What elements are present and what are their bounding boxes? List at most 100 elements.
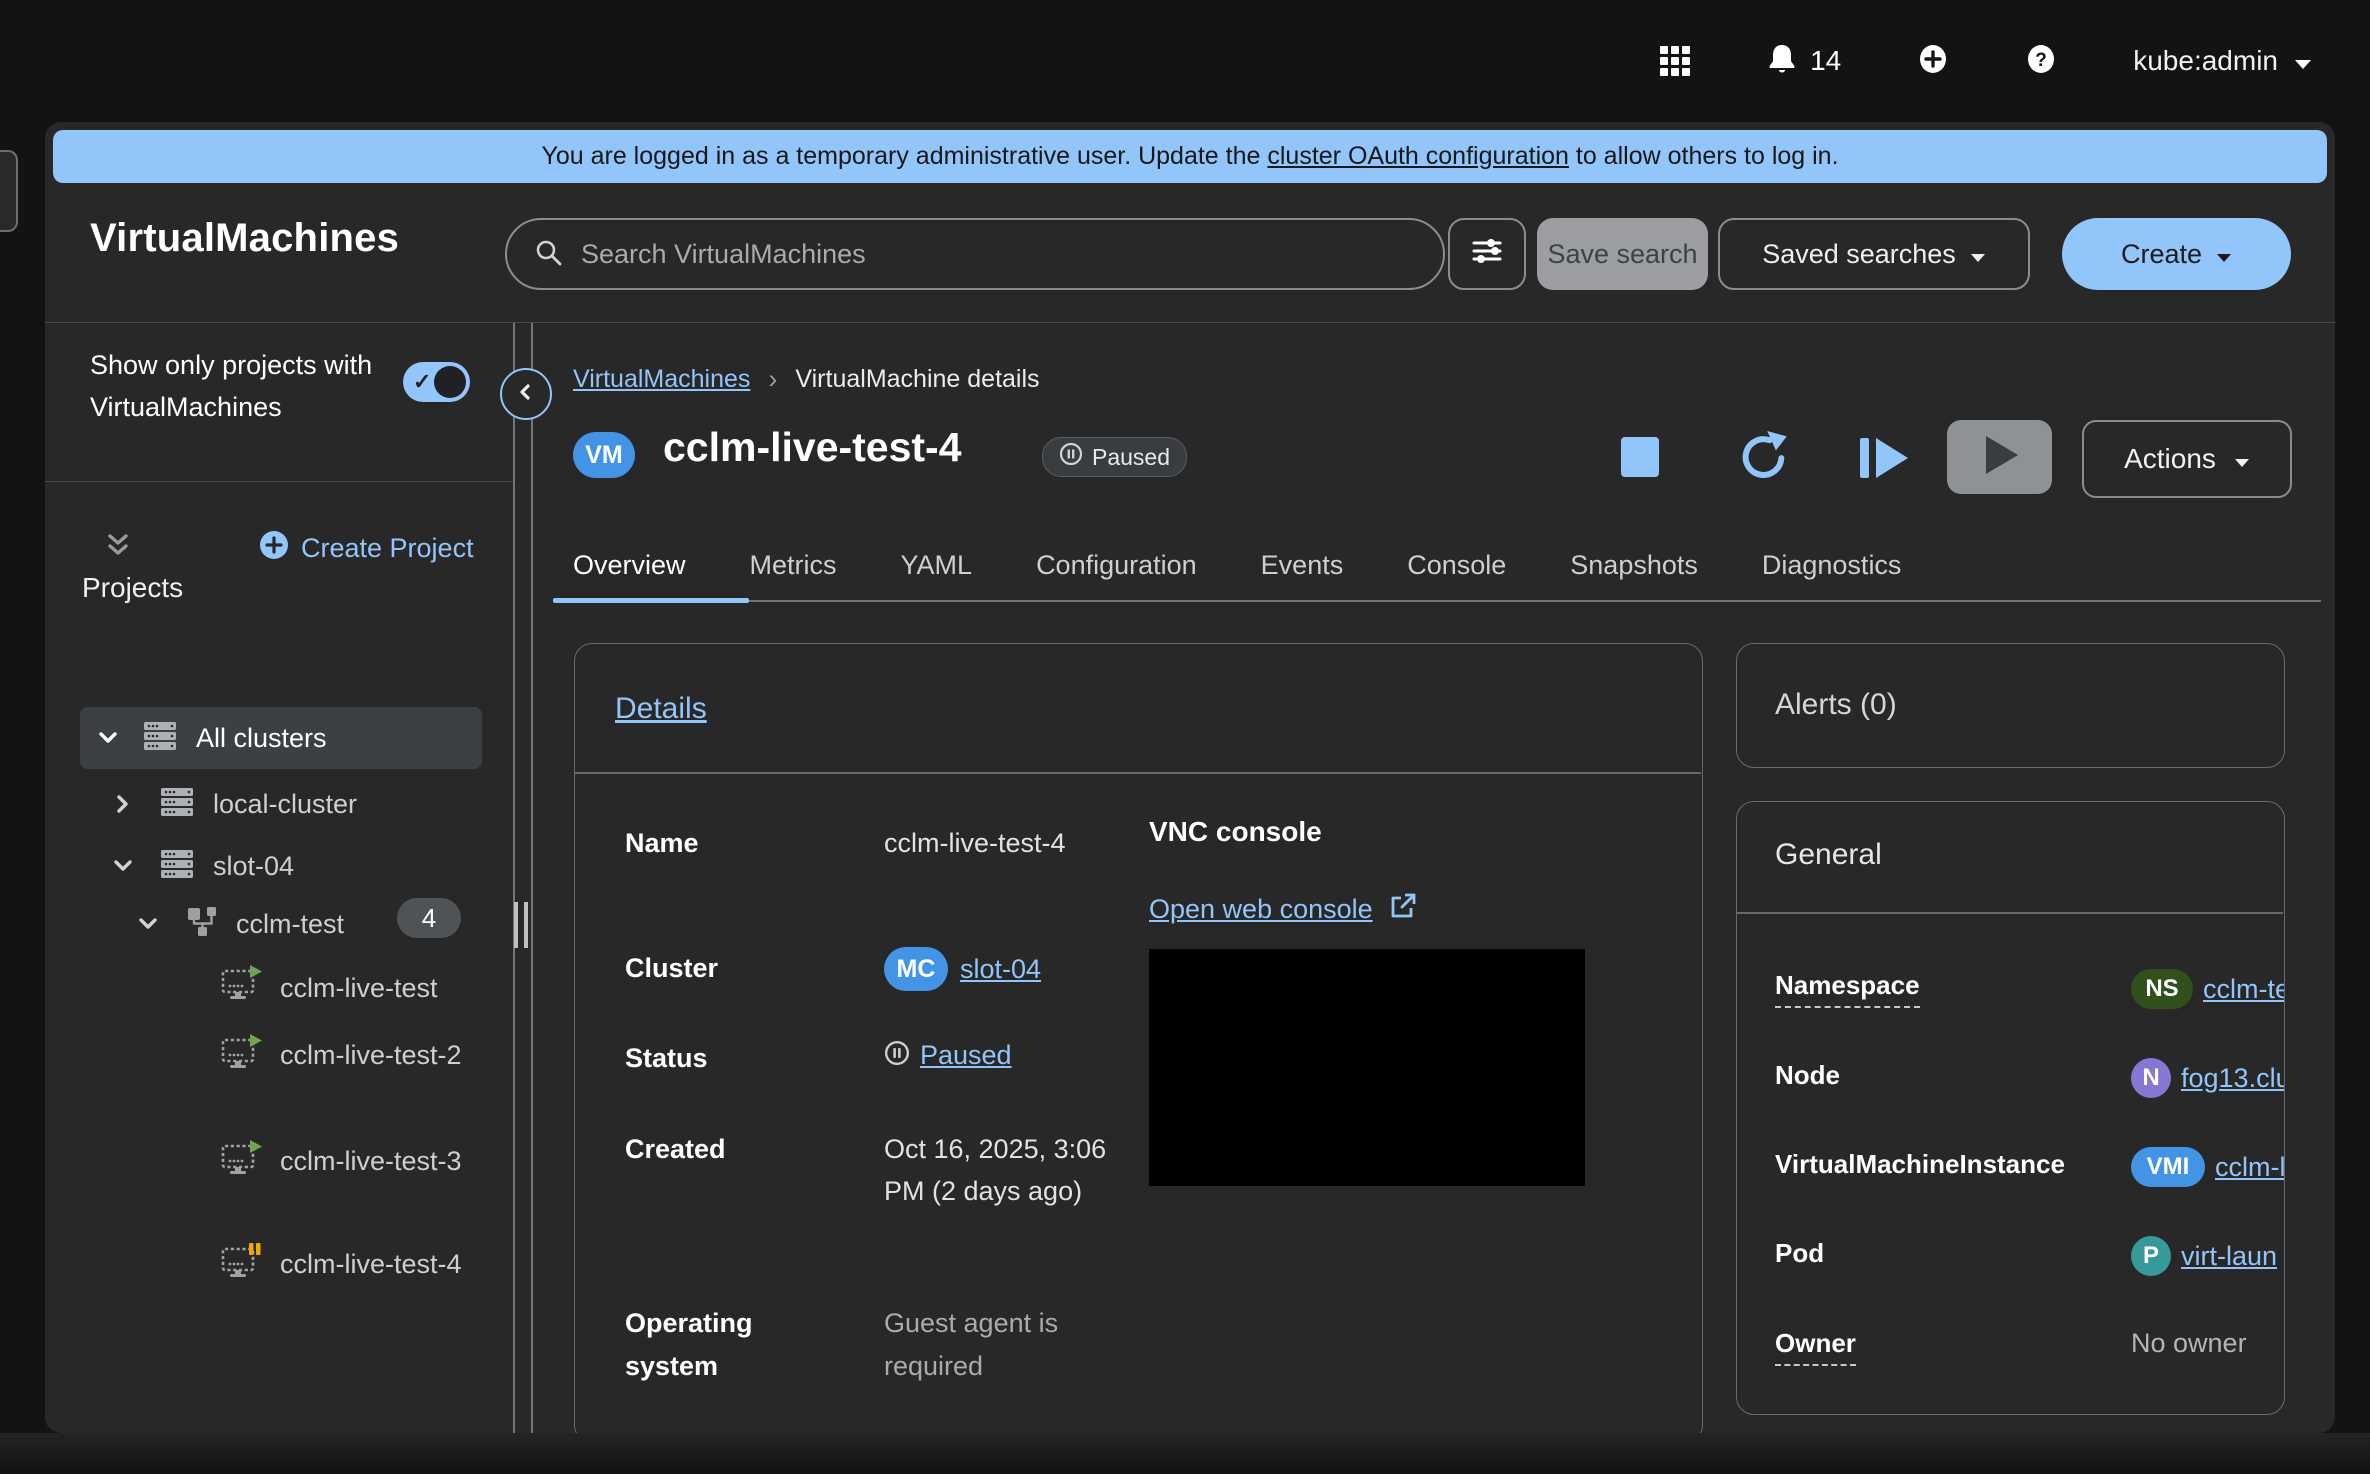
resume-button[interactable]	[1858, 435, 1912, 486]
status-link[interactable]: Paused	[920, 1040, 1012, 1071]
tab-metrics[interactable]: Metrics	[750, 550, 837, 581]
tab-bar-underline	[749, 600, 2321, 602]
vm-running-icon	[220, 1034, 264, 1079]
tree-item-local-cluster[interactable]: local-cluster	[111, 784, 357, 824]
show-only-projects-toggle[interactable]: ✓	[403, 362, 470, 402]
general-card: General Namespace NS cclm-te Node N fog1…	[1736, 801, 2285, 1415]
owner-text: No owner	[2131, 1328, 2247, 1359]
cluster-link[interactable]: slot-04	[960, 954, 1041, 985]
node-value: N fog13.clu	[2131, 1058, 2285, 1098]
tab-snapshots[interactable]: Snapshots	[1570, 550, 1698, 581]
tree-item-vm-cclm-live-test[interactable]: cclm-live-test	[220, 965, 465, 1010]
namespace-label: Namespace	[1775, 970, 1920, 1001]
actions-dropdown[interactable]: Actions	[2082, 420, 2292, 498]
stop-button[interactable]	[1621, 437, 1659, 477]
temporary-admin-banner: You are logged in as a temporary adminis…	[53, 130, 2327, 183]
notifications-button[interactable]: 14	[1766, 43, 1841, 80]
tree-item-slot-04[interactable]: slot-04	[111, 846, 294, 886]
vnc-console-heading: VNC console	[1149, 816, 1322, 848]
status-badge: Paused	[1042, 437, 1187, 477]
vm-paused-icon	[220, 1243, 264, 1288]
oauth-config-link[interactable]: cluster OAuth configuration	[1267, 142, 1569, 170]
saved-searches-dropdown[interactable]: Saved searches	[1718, 218, 2030, 290]
saved-searches-label: Saved searches	[1762, 239, 1956, 270]
vnc-console-preview	[1149, 949, 1585, 1186]
tab-yaml[interactable]: YAML	[901, 550, 973, 581]
create-project-button[interactable]: Create Project	[259, 530, 474, 567]
chevron-right-icon	[111, 792, 135, 816]
caret-down-icon	[1970, 239, 1986, 270]
card-divider	[1737, 912, 2283, 914]
search-input[interactable]	[579, 238, 1417, 271]
projects-section-label: Projects	[82, 572, 183, 604]
user-menu[interactable]: kube:admin	[2133, 45, 2312, 77]
panel-resize-grip[interactable]	[514, 902, 518, 948]
tree-item-label: slot-04	[213, 851, 294, 882]
breadcrumb-current: VirtualMachine details	[795, 365, 1039, 394]
create-label: Create	[2121, 239, 2202, 270]
panel-resize-grip[interactable]	[524, 902, 528, 948]
notification-count: 14	[1810, 45, 1841, 77]
tab-console[interactable]: Console	[1407, 550, 1506, 581]
breadcrumb-separator: ›	[768, 364, 777, 395]
advanced-search-button[interactable]	[1448, 218, 1526, 290]
page-title: VirtualMachines	[90, 216, 399, 261]
tree-item-vm-cclm-live-test-3[interactable]: cclm-live-test-3	[220, 1140, 465, 1185]
os-label: Operating system	[625, 1302, 835, 1388]
vmi-label: VirtualMachineInstance	[1775, 1149, 2065, 1180]
sidebar-collapse-button[interactable]	[500, 368, 552, 420]
vmi-link[interactable]: cclm-li	[2215, 1152, 2285, 1183]
tab-events[interactable]: Events	[1261, 550, 1344, 581]
pause-circle-icon	[1059, 442, 1083, 472]
pod-kind-badge: P	[2131, 1236, 2171, 1276]
created-value: Oct 16, 2025, 3:06 PM (2 days ago)	[884, 1128, 1119, 1212]
create-button[interactable]: Create	[2062, 218, 2291, 290]
breadcrumb: VirtualMachines › VirtualMachine details	[573, 364, 1040, 395]
created-label: Created	[625, 1128, 726, 1171]
tree-item-vm-cclm-live-test-2[interactable]: cclm-live-test-2	[220, 1034, 465, 1079]
node-link[interactable]: fog13.clu	[2181, 1063, 2285, 1094]
app-launcher-icon[interactable]	[1660, 46, 1690, 76]
namespace-value: NS cclm-te	[2131, 969, 2285, 1009]
search-icon	[533, 237, 563, 272]
status-label: Status	[625, 1037, 708, 1080]
details-heading-link[interactable]: Details	[615, 692, 707, 726]
breadcrumb-virtualmachines-link[interactable]: VirtualMachines	[573, 365, 750, 394]
left-drawer-handle[interactable]	[0, 150, 18, 232]
quick-create-button[interactable]	[1917, 43, 1949, 80]
tree-item-label: cclm-live-test-3	[280, 1140, 465, 1182]
pod-link[interactable]: virt-laun	[2181, 1241, 2277, 1272]
save-search-button[interactable]: Save search	[1537, 218, 1708, 290]
tree-item-all-clusters[interactable]: All clusters	[80, 707, 482, 769]
tree-item-vm-cclm-live-test-4[interactable]: cclm-live-test-4	[220, 1243, 465, 1288]
sidebar-divider	[45, 481, 513, 482]
collapse-all-button[interactable]	[103, 530, 133, 565]
chevron-down-icon	[136, 912, 160, 936]
restart-button[interactable]	[1738, 431, 1790, 488]
tab-diagnostics[interactable]: Diagnostics	[1762, 550, 1902, 581]
caret-down-icon	[2294, 45, 2312, 77]
general-heading: General	[1775, 838, 1882, 872]
chevron-left-icon	[514, 380, 538, 409]
details-card: Details Name cclm-live-test-4 Cluster MC…	[574, 643, 1703, 1433]
namespace-link[interactable]: cclm-te	[2203, 974, 2285, 1005]
tree-item-cclm-test[interactable]: cclm-test	[136, 904, 344, 944]
namespace-kind-badge: NS	[2131, 969, 2193, 1009]
help-button[interactable]: ?	[2025, 43, 2057, 80]
alerts-heading[interactable]: Alerts (0)	[1775, 688, 1897, 722]
cluster-stack-icon	[159, 848, 195, 885]
tree-item-label: cclm-live-test-4	[280, 1243, 465, 1285]
header-divider	[45, 322, 2335, 323]
tab-configuration[interactable]: Configuration	[1036, 550, 1197, 581]
vm-running-icon	[220, 965, 264, 1010]
open-web-console: Open web console	[1149, 892, 1417, 927]
node-label: Node	[1775, 1060, 1840, 1091]
caret-down-icon	[2234, 443, 2250, 475]
project-sitemap-icon	[186, 906, 218, 943]
open-web-console-link[interactable]: Open web console	[1149, 894, 1373, 925]
question-circle-icon: ?	[2025, 43, 2057, 80]
tab-overview[interactable]: Overview	[573, 550, 686, 581]
vmi-kind-badge: VMI	[2131, 1147, 2205, 1187]
play-button[interactable]	[1947, 420, 2052, 494]
chevron-down-icon	[96, 726, 120, 750]
